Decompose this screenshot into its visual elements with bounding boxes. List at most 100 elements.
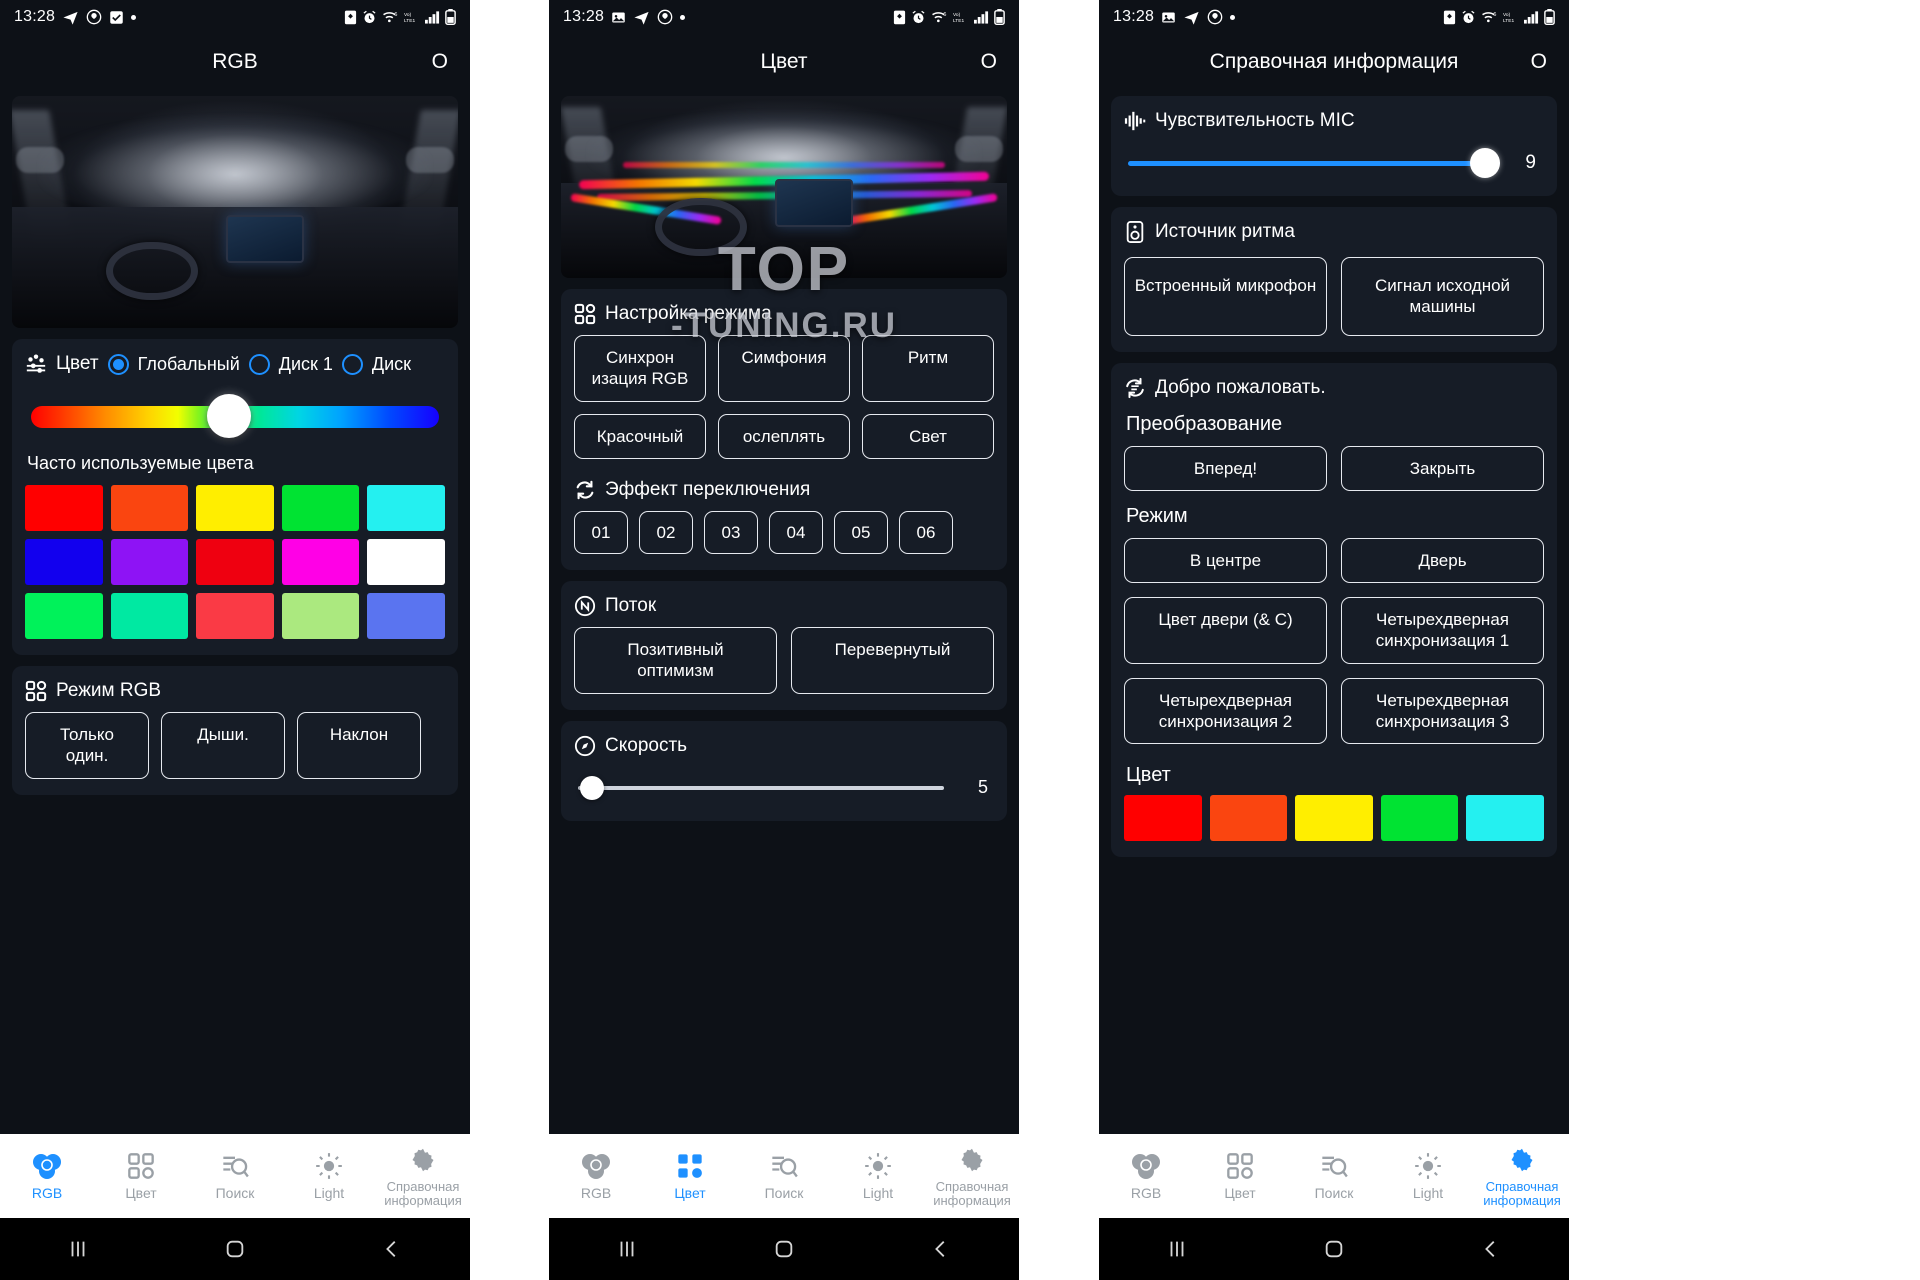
panel1-content[interactable]: Цвет Глобальный Диск 1 Диск Часто исполь… [0, 90, 470, 1134]
color-swatch-11[interactable] [110, 593, 189, 639]
mode-button-rgb-sync[interactable]: Синхрон изация RGB [574, 335, 706, 402]
effect-button-05[interactable]: 05 [834, 510, 888, 554]
color-swatch-10[interactable] [25, 593, 103, 639]
frequent-colors-grid[interactable] [25, 485, 445, 639]
color-swatch-14[interactable] [367, 593, 445, 639]
recents-icon[interactable] [67, 1238, 89, 1260]
speed-slider[interactable]: 5 [578, 773, 990, 803]
tab-rgb[interactable]: RGB [0, 1152, 94, 1201]
flow-buttons[interactable]: Позитивный оптимизм Перевернутый [574, 627, 994, 694]
android-nav-bar[interactable] [0, 1218, 470, 1280]
recents-icon-2[interactable] [616, 1238, 638, 1260]
color-swatch-4[interactable] [367, 485, 445, 531]
transform-buttons[interactable]: Вперед! Закрыть [1124, 445, 1544, 491]
tab-rgb-2[interactable]: RGB [549, 1152, 643, 1201]
mode-buttons[interactable]: В центре Дверь Цвет двери (& C) Четырехд… [1124, 537, 1544, 744]
mode-button-door[interactable]: Дверь [1341, 537, 1544, 583]
welcome-color-swatch-1[interactable] [1209, 795, 1288, 841]
rhythm-button-builtin-mic[interactable]: Встроенный микрофон [1124, 257, 1327, 336]
color-swatch-3[interactable] [281, 485, 360, 531]
radio-disk1[interactable] [248, 353, 270, 375]
color-swatch-8[interactable] [281, 539, 360, 585]
color-swatch-2[interactable] [196, 485, 274, 531]
rhythm-button-car-signal[interactable]: Сигнал исходной машины [1341, 257, 1544, 336]
mode-button-dazzle[interactable]: ослеплять [718, 413, 850, 459]
rhythm-source-buttons[interactable]: Встроенный микрофон Сигнал исходной маши… [1124, 257, 1544, 336]
bottom-tab-bar[interactable]: RGB Цвет Поиск Light Справочная информац… [0, 1134, 470, 1218]
tab-search-3[interactable]: Поиск [1287, 1152, 1381, 1201]
switch-effect-buttons[interactable]: 01 02 03 04 05 06 [574, 510, 994, 554]
rgb-mode-button-tilt[interactable]: Наклон [297, 712, 421, 779]
android-nav-bar-3[interactable] [1099, 1218, 1569, 1280]
tab-color[interactable]: Цвет [94, 1152, 188, 1201]
color-swatch-5[interactable] [25, 539, 103, 585]
mic-sensitivity-slider[interactable]: 9 [1128, 148, 1540, 178]
android-nav-bar-2[interactable] [549, 1218, 1019, 1280]
tab-light[interactable]: Light [282, 1152, 376, 1201]
mode-button-rhythm[interactable]: Ритм [862, 335, 994, 402]
back-icon-2[interactable] [930, 1238, 952, 1260]
hue-slider-knob[interactable] [207, 394, 251, 438]
mode-button-center[interactable]: В центре [1124, 537, 1327, 583]
radio-global[interactable] [107, 353, 129, 375]
mode-button-symphony[interactable]: Симфония [718, 335, 850, 402]
tab-help-3[interactable]: Справочная информация [1475, 1146, 1569, 1209]
welcome-color-swatch-2[interactable] [1295, 795, 1373, 841]
tab-color-3[interactable]: Цвет [1193, 1152, 1287, 1201]
mode-button-colorful[interactable]: Красочный [574, 413, 706, 459]
color-swatch-13[interactable] [281, 593, 360, 639]
tab-search[interactable]: Поиск [188, 1152, 282, 1201]
tab-light-2[interactable]: Light [831, 1152, 925, 1201]
bottom-tab-bar-2[interactable]: RGB Цвет Поиск Light Справочная информац… [549, 1134, 1019, 1218]
welcome-color-swatch-3[interactable] [1380, 795, 1459, 841]
speed-slider-knob[interactable] [580, 775, 604, 800]
mic-slider-track[interactable] [1128, 160, 1500, 166]
mode-button-fourdoor-sync-3[interactable]: Четырехдверная синхронизация 3 [1341, 677, 1544, 744]
mode-button-fourdoor-sync-1[interactable]: Четырехдверная синхронизация 1 [1341, 597, 1544, 664]
radio-disk[interactable] [341, 353, 363, 375]
transform-button-forward[interactable]: Вперед! [1124, 445, 1327, 491]
effect-button-04[interactable]: 04 [769, 510, 823, 554]
welcome-color-swatch-0[interactable] [1124, 795, 1202, 841]
welcome-color-swatch-4[interactable] [1466, 795, 1544, 841]
effect-button-01[interactable]: 01 [574, 510, 628, 554]
bottom-tab-bar-3[interactable]: RGB Цвет Поиск Light Справочная информац… [1099, 1134, 1569, 1218]
mic-slider-knob[interactable] [1470, 148, 1500, 178]
tab-help-2[interactable]: Справочная информация [925, 1146, 1019, 1209]
effect-button-03[interactable]: 03 [704, 510, 758, 554]
mode-button-fourdoor-sync-2[interactable]: Четырехдверная синхронизация 2 [1124, 677, 1327, 744]
transform-button-close[interactable]: Закрыть [1341, 445, 1544, 491]
home-icon[interactable] [224, 1238, 246, 1260]
back-icon-3[interactable] [1480, 1238, 1502, 1260]
panel2-content[interactable]: TOP -TUNING.RU Настройка режима Синхрон … [549, 90, 1019, 1134]
flow-button-inverted[interactable]: Перевернутый [791, 627, 994, 694]
color-swatch-9[interactable] [367, 539, 445, 585]
home-icon-3[interactable] [1323, 1238, 1345, 1260]
effect-button-02[interactable]: 02 [639, 510, 693, 554]
rgb-mode-button-breathe[interactable]: Дыши. [161, 712, 285, 779]
color-swatch-1[interactable] [110, 485, 189, 531]
tab-color-2[interactable]: Цвет [643, 1152, 737, 1201]
color-swatch-7[interactable] [196, 539, 274, 585]
mode-setup-buttons[interactable]: Синхрон изация RGB Симфония Ритм Красочн… [574, 335, 994, 459]
mode-button-light[interactable]: Свет [862, 413, 994, 459]
speed-slider-track[interactable] [578, 785, 944, 790]
back-icon[interactable] [381, 1238, 403, 1260]
flow-button-positive[interactable]: Позитивный оптимизм [574, 627, 777, 694]
mode-button-door-color[interactable]: Цвет двери (& C) [1124, 597, 1327, 664]
tab-light-3[interactable]: Light [1381, 1152, 1475, 1201]
welcome-color-swatches[interactable] [1124, 795, 1544, 841]
rgb-mode-buttons[interactable]: Только один. Дыши. Наклон [25, 712, 445, 779]
recents-icon-3[interactable] [1166, 1238, 1188, 1260]
rgb-mode-button-only-one[interactable]: Только один. [25, 712, 149, 779]
tab-rgb-3[interactable]: RGB [1099, 1152, 1193, 1201]
color-swatch-0[interactable] [25, 485, 103, 531]
color-swatch-6[interactable] [110, 539, 189, 585]
home-icon-2[interactable] [773, 1238, 795, 1260]
effect-button-06[interactable]: 06 [899, 510, 953, 554]
panel3-content[interactable]: Чувствительность MIC 9 Источник ритма Вс… [1099, 90, 1569, 1134]
hue-slider[interactable] [31, 394, 439, 438]
tab-search-2[interactable]: Поиск [737, 1152, 831, 1201]
tab-help[interactable]: Справочная информация [376, 1146, 470, 1209]
color-swatch-12[interactable] [196, 593, 274, 639]
